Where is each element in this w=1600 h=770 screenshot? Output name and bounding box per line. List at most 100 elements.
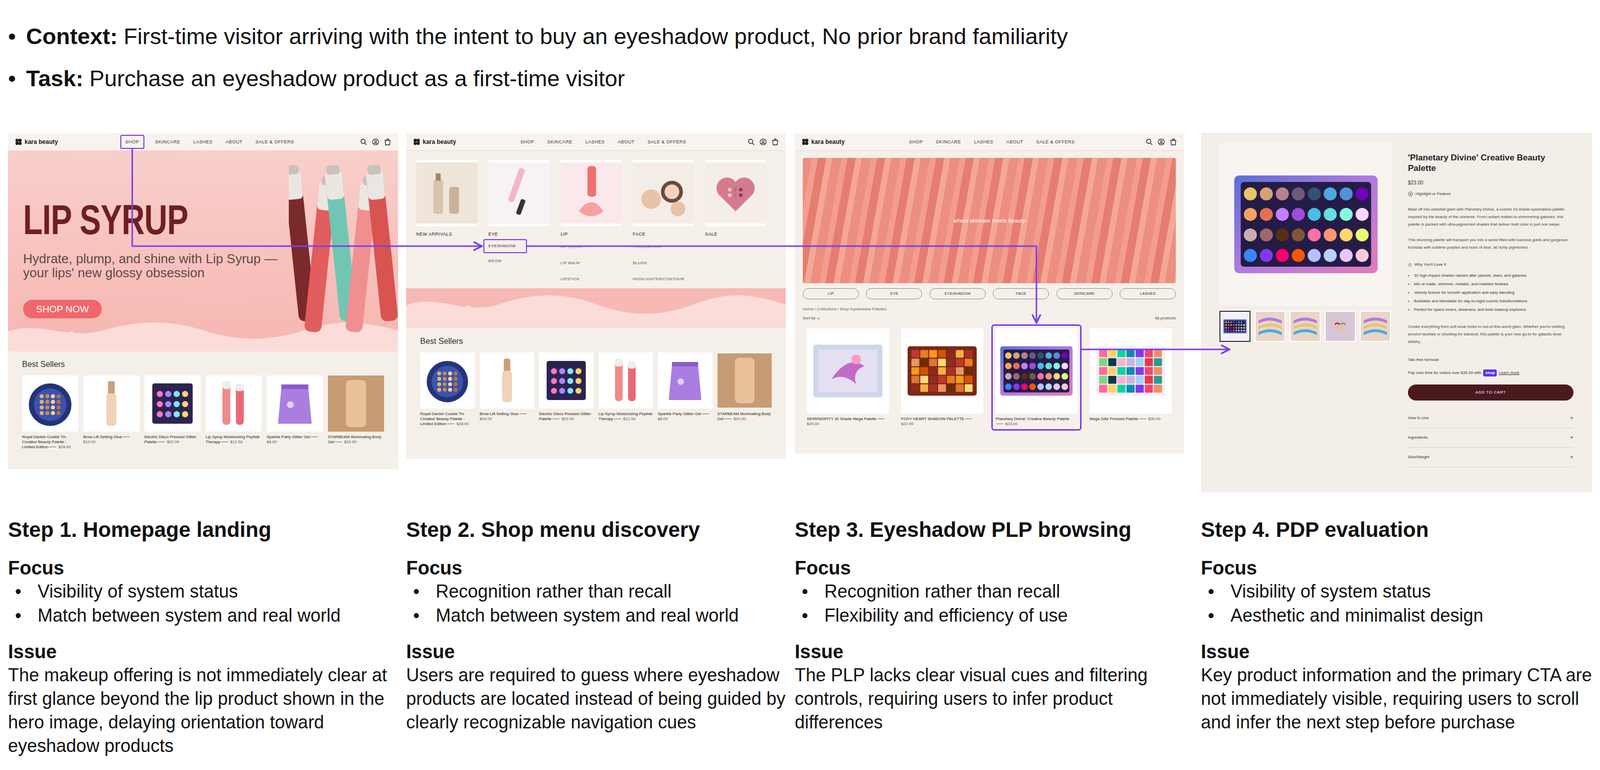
plus-icon[interactable]: +	[1569, 415, 1574, 422]
product-image[interactable]	[205, 375, 262, 432]
learn-more-link[interactable]: Learn more	[1498, 369, 1520, 377]
product-card[interactable]: Royal Danish Cookie Tin Creative Beauty …	[420, 352, 475, 427]
category-title[interactable]: SALE	[704, 231, 767, 238]
product-image[interactable]	[144, 375, 201, 432]
product-image[interactable]	[539, 352, 594, 409]
product-card[interactable]: Electric Disco Pressed Glitter Palette$2…	[539, 352, 594, 427]
logo-text[interactable]: kara beauty	[422, 138, 457, 146]
logo-text[interactable]: kara beauty	[24, 138, 59, 146]
main-product-image[interactable]	[1219, 142, 1393, 306]
product-image[interactable]	[1089, 328, 1172, 414]
menu-link[interactable]: LIP BALM	[559, 255, 581, 272]
product-card[interactable]: Mega Glitz Pressed Palette$30.00	[1085, 324, 1176, 431]
menu-link[interactable]: HIGHLIGHTER/CONTOUR	[631, 271, 686, 288]
product-card[interactable]: Lip Syrup Moisturizing Peptide Therapy$1…	[205, 375, 262, 450]
nav-item[interactable]: SHOP	[907, 136, 926, 147]
filter-chip[interactable]: EYESHADOW	[929, 288, 986, 300]
product-image[interactable]	[717, 352, 773, 409]
menu-category[interactable]: LIPLIP GLOSSLIP BALMLIPSTICK	[560, 159, 622, 289]
category-image[interactable]	[632, 159, 694, 227]
product-image[interactable]	[479, 352, 535, 409]
accordion-label[interactable]: Size/Weight	[1407, 454, 1430, 461]
sort-label[interactable]: Sort by	[802, 315, 816, 322]
product-card[interactable]: Sparkle Party Glitter Gel$8.00	[657, 352, 713, 427]
account-icon[interactable]	[1157, 138, 1165, 146]
nav-item[interactable]: SALE & OFFERS	[253, 136, 297, 147]
product-image[interactable]	[657, 352, 713, 409]
product-card[interactable]: 'Planetary Divine' Creative Beauty Palet…	[991, 324, 1082, 431]
thumbnail[interactable]	[1289, 310, 1321, 342]
plus-icon[interactable]: +	[1569, 454, 1574, 461]
search-icon[interactable]	[360, 138, 368, 146]
product-name[interactable]: Sparkle Party Glitter Gel	[266, 434, 310, 440]
account-icon[interactable]	[759, 138, 767, 146]
product-card[interactable]: Brow Lift Setting Glue$10.00	[479, 352, 535, 427]
add-to-cart-button[interactable]: ADD TO CART	[1407, 384, 1574, 401]
search-icon[interactable]	[1145, 138, 1153, 146]
thumbnail[interactable]	[1359, 310, 1391, 342]
nav-item[interactable]: SKINCARE	[545, 136, 575, 147]
category-image[interactable]	[704, 159, 767, 227]
product-card[interactable]: STARBEAM Illuminating Body Gel$10.00	[717, 352, 773, 427]
nav-item[interactable]: LASHES	[191, 136, 216, 147]
filter-chip[interactable]: SKINCARE	[1056, 288, 1113, 300]
menu-link[interactable]: BROW	[487, 253, 503, 270]
hero-banner[interactable]: LIP SYRUPHydrate, plump, and shine with …	[8, 150, 399, 352]
product-card[interactable]: Lip Syrup Moisturizing Peptide Therapy$1…	[598, 352, 654, 427]
thumbnail[interactable]	[1254, 310, 1286, 342]
menu-link[interactable]: LIPSTICK	[559, 271, 581, 288]
product-card[interactable]: FOXY HEART SHADOW PALETTE$22.99	[897, 324, 988, 431]
nav-item[interactable]: SKINCARE	[153, 136, 183, 147]
nav-item[interactable]: SHOP	[120, 134, 145, 149]
filter-chip[interactable]: EYE	[865, 288, 923, 300]
sort-control[interactable]: Sort by	[802, 315, 821, 322]
thumbnail[interactable]	[1324, 310, 1356, 342]
category-image[interactable]	[416, 159, 478, 227]
product-image[interactable]	[806, 328, 890, 414]
bag-icon[interactable]	[771, 138, 779, 146]
logo-text[interactable]: kara beauty	[811, 138, 845, 146]
product-name[interactable]: Brow Lift Setting Glue	[83, 434, 122, 440]
product-name[interactable]: 'Planetary Divine' Creative Beauty Palet…	[995, 416, 1070, 422]
menu-category[interactable]: EYEEYESHADOWBROW	[488, 159, 550, 289]
accordion-label[interactable]: How to Use	[1407, 415, 1429, 422]
product-image[interactable]	[83, 375, 140, 432]
category-title[interactable]: NEW ARRIVALS	[416, 231, 478, 238]
nav-item[interactable]: SHOP	[518, 136, 537, 147]
menu-link[interactable]: LIP GLOSS	[559, 239, 584, 256]
accordion-row[interactable]: How to Use +	[1407, 408, 1574, 429]
search-icon[interactable]	[747, 138, 755, 146]
nav-item[interactable]: SKINCARE	[934, 136, 964, 147]
product-card[interactable]: STARBEAM Illuminating Body Gel$10.00	[327, 375, 385, 450]
product-image[interactable]	[22, 375, 79, 432]
category-title[interactable]: LIP	[560, 231, 622, 238]
filter-chip[interactable]: LIP	[802, 288, 859, 300]
accordion-row[interactable]: Ingredients+	[1407, 428, 1574, 448]
category-image[interactable]	[560, 159, 622, 227]
nav-item[interactable]: SALE & OFFERS	[1034, 136, 1078, 147]
product-card[interactable]: Royal Danish Cookie Tin Creative Beauty …	[22, 375, 79, 450]
menu-category[interactable]: NEW ARRIVALS	[416, 159, 478, 289]
thumbnail[interactable]	[1219, 310, 1251, 342]
category-image[interactable]	[488, 159, 550, 227]
nav-item[interactable]: LASHES	[583, 136, 608, 147]
logo[interactable]: kara beauty	[801, 138, 908, 146]
product-name[interactable]: FOXY HEART SHADOW PALETTE	[901, 416, 965, 422]
product-image[interactable]	[420, 352, 475, 409]
menu-link[interactable]: EYESHADOW	[483, 239, 527, 254]
account-icon[interactable]	[372, 138, 380, 146]
menu-category[interactable]: FACEFOUNDATIONBLUSHHIGHLIGHTER/CONTOUR	[632, 159, 694, 289]
product-image[interactable]	[598, 352, 654, 409]
accordion-label[interactable]: Ingredients	[1407, 434, 1429, 441]
product-card[interactable]: Electric Disco Pressed Glitter Palette$2…	[144, 375, 201, 450]
product-name[interactable]: Mega Glitz Pressed Palette	[1089, 416, 1139, 422]
product-name[interactable]: Brow Lift Setting Glue	[479, 411, 519, 417]
logo[interactable]: kara beauty	[15, 138, 121, 146]
category-title[interactable]: FACE	[632, 231, 694, 238]
product-card[interactable]: Sparkle Party Glitter Gel$8.00	[266, 375, 323, 450]
accordion-row[interactable]: Size/Weight +	[1407, 447, 1574, 468]
product-card[interactable]: SERENDIPITY 42 Shade Mega Palette$29.00	[802, 324, 894, 431]
bag-icon[interactable]	[1169, 138, 1177, 146]
product-name[interactable]: Sparkle Party Glitter Gel	[657, 411, 701, 417]
product-image[interactable]	[901, 328, 984, 414]
